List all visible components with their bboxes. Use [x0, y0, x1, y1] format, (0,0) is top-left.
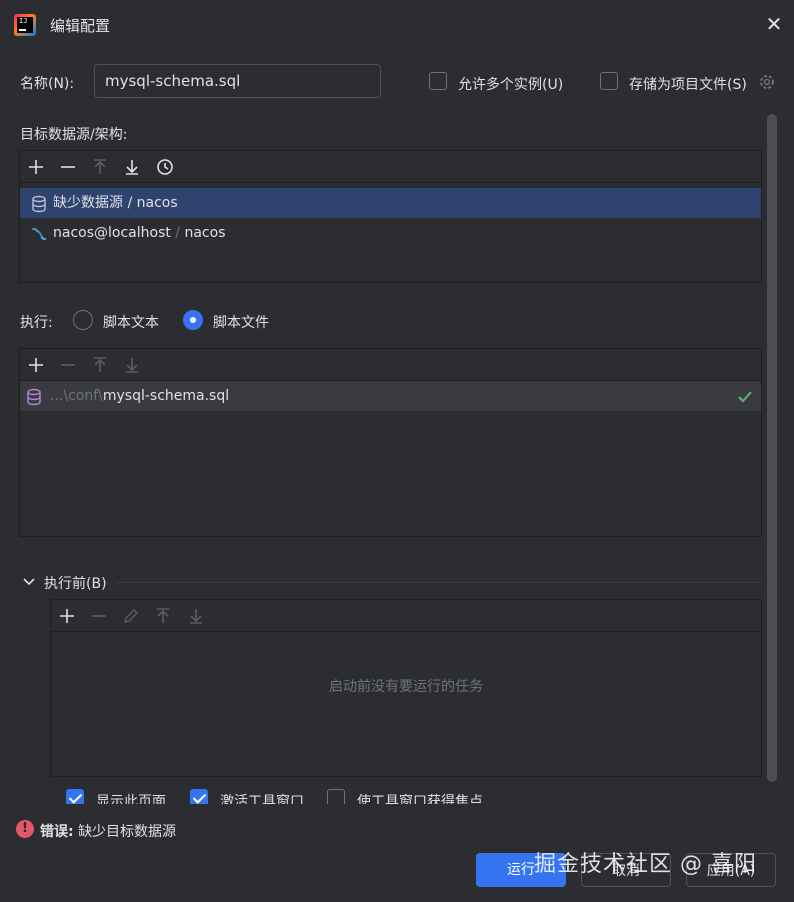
name-label: 名称(N):	[20, 76, 75, 92]
file-path-prefix: ...\conf\	[50, 388, 103, 404]
add-icon[interactable]	[22, 151, 50, 183]
target-datasource-panel: 缺少数据源 / nacos nacos@localhost / nacos	[19, 150, 762, 283]
file-row[interactable]: ...\conf\mysql-schema.sql	[20, 381, 761, 411]
sql-file-icon	[25, 387, 43, 406]
move-down-icon[interactable]	[118, 151, 146, 183]
move-down-icon[interactable]	[118, 349, 146, 381]
move-up-icon[interactable]	[86, 349, 114, 381]
script-file-label: 脚本文件	[213, 315, 269, 331]
section-divider	[116, 582, 762, 583]
show-page-label: 显示此页面	[96, 794, 166, 804]
move-up-icon[interactable]	[149, 600, 177, 632]
empty-tasks-text: 启动前没有要运行的任务	[329, 679, 483, 695]
vertical-scrollbar[interactable]	[767, 114, 777, 782]
remove-icon[interactable]	[85, 600, 113, 632]
error-prefix: 错误:	[40, 824, 74, 840]
bottom-options-row: 显示此页面 激活工具窗口 使工具窗口获得焦点	[0, 786, 766, 804]
add-icon[interactable]	[22, 349, 50, 381]
error-icon: !	[16, 820, 34, 838]
focus-tool-window-label: 使工具窗口获得焦点	[357, 794, 483, 804]
error-message: 缺少目标数据源	[78, 824, 177, 840]
target-row-nacos[interactable]: nacos@localhost / nacos	[20, 218, 761, 248]
chevron-down-icon[interactable]	[22, 574, 36, 588]
check-icon	[736, 387, 754, 405]
watermark-text: 掘金技术社区 @ 喜阳	[534, 852, 757, 877]
script-text-label: 脚本文本	[103, 315, 159, 331]
mysql-dolphin-icon	[30, 224, 48, 242]
execute-label: 执行:	[20, 315, 53, 331]
show-page-checkbox[interactable]	[66, 789, 84, 804]
allow-multiple-label: 允许多个实例(U)	[458, 77, 564, 93]
activate-tool-window-label: 激活工具窗口	[220, 794, 304, 804]
before-launch-panel: 启动前没有要运行的任务	[50, 599, 762, 777]
dialog-title: 编辑配置	[50, 17, 111, 35]
intellij-app-icon: IJ	[14, 14, 36, 36]
move-up-icon[interactable]	[86, 151, 114, 183]
target-row-nacos-schema: nacos	[184, 225, 226, 241]
name-input[interactable]: mysql-schema.sql	[94, 64, 381, 98]
close-icon[interactable]: ✕	[762, 12, 786, 36]
move-down-icon[interactable]	[182, 600, 210, 632]
history-icon[interactable]	[151, 151, 179, 183]
files-toolbar	[20, 349, 761, 381]
add-icon[interactable]	[53, 600, 81, 632]
database-icon	[30, 194, 48, 213]
edit-icon[interactable]	[117, 600, 145, 632]
target-toolbar	[20, 151, 761, 183]
before-launch-toolbar	[51, 600, 761, 632]
script-file-radio[interactable]	[183, 310, 203, 330]
script-text-radio[interactable]	[73, 310, 93, 330]
target-row-missing[interactable]: 缺少数据源 / nacos	[20, 188, 761, 218]
file-name: mysql-schema.sql	[102, 388, 230, 404]
script-files-panel: ...\conf\mysql-schema.sql	[19, 348, 762, 537]
remove-icon[interactable]	[54, 151, 82, 183]
store-project-checkbox[interactable]	[600, 72, 618, 90]
path-separator: /	[170, 225, 185, 241]
allow-multiple-checkbox[interactable]	[429, 72, 447, 90]
store-project-label: 存储为项目文件(S)	[629, 77, 747, 93]
before-launch-header[interactable]: 执行前(B)	[44, 573, 107, 593]
target-datasource-label: 目标数据源/架构:	[20, 127, 128, 143]
title-bar: IJ 编辑配置 ✕	[0, 0, 794, 50]
activate-tool-window-checkbox[interactable]	[190, 789, 208, 804]
focus-tool-window-checkbox[interactable]	[327, 789, 345, 804]
remove-icon[interactable]	[54, 349, 82, 381]
target-row-missing-label: 缺少数据源 / nacos	[53, 195, 178, 211]
gear-icon[interactable]	[757, 72, 777, 92]
target-row-nacos-host: nacos@localhost	[53, 225, 171, 241]
